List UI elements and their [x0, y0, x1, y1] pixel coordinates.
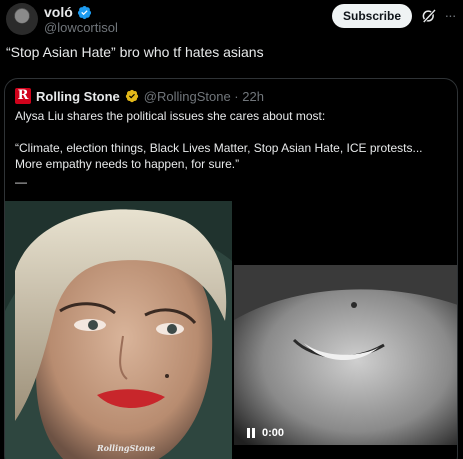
quoted-text-line: “Climate, election things, Black Lives M…	[15, 141, 423, 155]
video-frame	[234, 265, 457, 445]
quoted-name[interactable]: Rolling Stone	[36, 89, 120, 104]
avatar[interactable]	[6, 3, 38, 35]
quoted-text-line: More empathy needs to happen, for sure.”	[15, 157, 240, 171]
video-time: 0:00	[262, 427, 285, 439]
more-options-icon[interactable]: ···	[441, 6, 459, 24]
tweet-header: voló @lowcortisol Subscribe ···	[0, 0, 463, 44]
quoted-tweet[interactable]: R Rolling Stone @RollingStone · 22h Alys…	[4, 78, 458, 459]
quoted-header: R Rolling Stone @RollingStone · 22h	[15, 88, 264, 104]
author-handle[interactable]: @lowcortisol	[44, 20, 118, 35]
video-player[interactable]: 0:00	[234, 265, 457, 445]
rolling-stone-logo-icon: R	[15, 88, 31, 104]
grok-icon[interactable]	[420, 7, 438, 25]
portrait-illustration	[5, 201, 232, 459]
gold-verified-icon	[125, 89, 138, 103]
author-name[interactable]: voló	[44, 4, 73, 20]
pause-icon[interactable]	[246, 428, 256, 438]
portrait-photo[interactable]: RollingStone	[5, 201, 232, 459]
quoted-text-line: —	[15, 175, 27, 189]
video-controls: 0:00	[246, 427, 284, 439]
verified-check-icon	[77, 5, 91, 19]
subscribe-button[interactable]: Subscribe	[332, 4, 412, 28]
quoted-text-line: Alysa Liu shares the political issues sh…	[15, 109, 326, 123]
quoted-handle-time[interactable]: @RollingStone · 22h	[144, 89, 264, 104]
tweet-text: “Stop Asian Hate” bro who tf hates asian…	[6, 44, 264, 60]
rolling-stone-watermark: RollingStone	[97, 443, 156, 453]
author-name-row: voló	[44, 4, 92, 20]
